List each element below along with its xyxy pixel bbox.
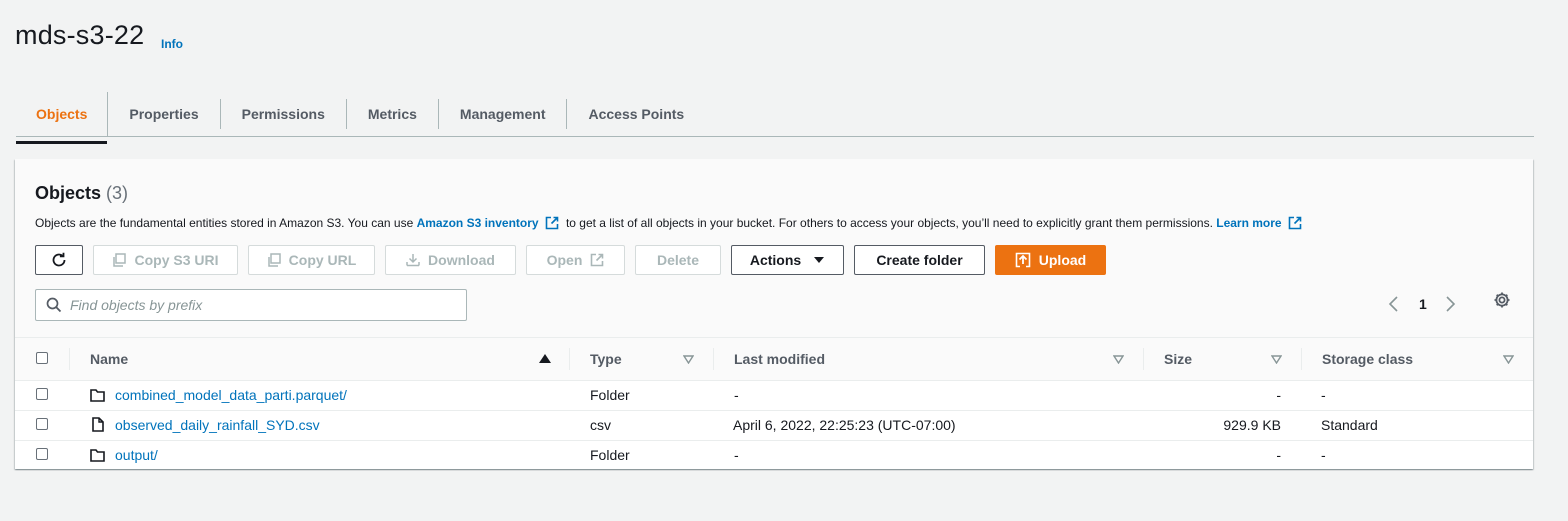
delete-button[interactable]: Delete <box>635 245 721 275</box>
external-link-icon <box>591 253 604 267</box>
row-checkbox[interactable] <box>36 418 48 430</box>
sort-icon <box>683 354 694 364</box>
column-label-name: Name <box>90 351 129 367</box>
sort-icon <box>1271 354 1282 364</box>
delete-label: Delete <box>656 252 700 268</box>
s3-inventory-link[interactable]: Amazon S3 inventory <box>417 216 539 230</box>
sort-icon <box>1503 354 1514 364</box>
tab-properties[interactable]: Properties <box>108 99 221 129</box>
copy-icon <box>267 253 281 267</box>
open-button[interactable]: Open <box>526 245 625 275</box>
object-name-link[interactable]: observed_daily_rainfall_SYD.csv <box>115 417 320 433</box>
learn-more-link[interactable]: Learn more <box>1216 216 1281 230</box>
upload-label: Upload <box>1038 252 1087 268</box>
object-storage-class: - <box>1321 447 1326 463</box>
objects-heading-label: Objects <box>35 183 102 203</box>
tab-metrics[interactable]: Metrics <box>347 99 439 129</box>
copy-url-label: Copy URL <box>288 252 357 268</box>
objects-count: (3) <box>106 183 129 203</box>
tab-bar: Objects Properties Permissions Metrics M… <box>16 92 1534 144</box>
actions-dropdown[interactable]: Actions <box>731 245 844 275</box>
object-type: csv <box>590 417 611 433</box>
object-last-modified: April 6, 2022, 22:25:23 (UTC-07:00) <box>733 417 956 433</box>
tab-management[interactable]: Management <box>439 99 568 129</box>
column-header-size[interactable]: Size <box>1164 338 1284 380</box>
row-checkbox[interactable] <box>36 388 48 400</box>
objects-description: Objects are the fundamental entities sto… <box>35 216 1306 230</box>
search-box[interactable] <box>35 289 467 321</box>
search-icon <box>46 297 62 313</box>
tab-access-points[interactable]: Access Points <box>567 99 705 129</box>
object-last-modified: - <box>734 387 739 403</box>
column-header-name[interactable]: Name <box>90 338 551 380</box>
folder-icon <box>90 389 105 402</box>
search-input[interactable] <box>68 296 452 314</box>
select-all-checkbox[interactable] <box>36 352 48 364</box>
table-row: observed_daily_rainfall_SYD.csv csv Apri… <box>15 410 1533 441</box>
table-header: Name Type Last modified Size Storage cla… <box>15 337 1533 381</box>
objects-panel: Objects (3) Objects are the fundamental … <box>15 159 1533 469</box>
table-row: output/ Folder - - - <box>15 440 1533 470</box>
column-header-storage-class[interactable]: Storage class <box>1322 338 1522 380</box>
object-name-link[interactable]: output/ <box>115 447 158 463</box>
info-link[interactable]: Info <box>161 37 183 51</box>
sort-ascending-icon <box>539 354 551 363</box>
bucket-title: mds-s3-22 <box>15 20 145 50</box>
download-label: Download <box>428 252 495 268</box>
upload-button[interactable]: Upload <box>995 245 1106 275</box>
object-size: 929.9 KB <box>1223 417 1281 433</box>
desc-text-1: Objects are the fundamental entities sto… <box>35 216 417 230</box>
column-header-last-modified[interactable]: Last modified <box>734 338 1124 380</box>
tab-objects[interactable]: Objects <box>16 92 109 144</box>
objects-heading: Objects (3) <box>35 183 128 204</box>
column-label-last-modified: Last modified <box>734 351 826 367</box>
refresh-button[interactable] <box>35 245 83 275</box>
object-last-modified: - <box>734 447 739 463</box>
download-button[interactable]: Download <box>385 245 516 275</box>
actions-label: Actions <box>749 252 802 268</box>
folder-icon <box>90 449 105 462</box>
create-folder-label: Create folder <box>876 252 963 268</box>
object-type: Folder <box>590 447 630 463</box>
object-type: Folder <box>590 387 630 403</box>
object-name-link[interactable]: combined_model_data_parti.parquet/ <box>115 387 347 403</box>
file-icon <box>92 417 104 432</box>
object-storage-class: - <box>1321 387 1326 403</box>
external-link-icon <box>545 216 558 230</box>
column-header-type[interactable]: Type <box>590 338 700 380</box>
copy-url-button[interactable]: Copy URL <box>248 245 375 275</box>
chevron-left-icon[interactable] <box>1387 296 1401 312</box>
upload-icon <box>1015 252 1031 268</box>
desc-text-2: to get a list of all objects in your buc… <box>562 216 1217 230</box>
column-label-size: Size <box>1164 351 1193 367</box>
sort-icon <box>1113 354 1124 364</box>
chevron-right-icon[interactable] <box>1443 296 1457 312</box>
pagination: 1 <box>1387 289 1457 319</box>
refresh-icon <box>52 252 66 267</box>
copy-s3-uri-label: Copy S3 URI <box>134 252 219 268</box>
column-label-storage-class: Storage class <box>1322 351 1414 367</box>
caret-down-icon <box>814 257 825 263</box>
objects-panel-header: Objects (3) Objects are the fundamental … <box>15 159 1533 337</box>
open-label: Open <box>546 252 583 268</box>
create-folder-button[interactable]: Create folder <box>854 245 985 275</box>
tab-permissions[interactable]: Permissions <box>221 99 347 129</box>
column-label-type: Type <box>590 351 622 367</box>
current-page[interactable]: 1 <box>1419 296 1427 312</box>
copy-icon <box>113 253 127 267</box>
row-checkbox[interactable] <box>36 448 48 460</box>
object-size: - <box>1276 387 1281 403</box>
download-icon <box>406 254 420 267</box>
external-link-icon <box>1288 216 1301 230</box>
object-size: - <box>1276 447 1281 463</box>
object-storage-class: Standard <box>1321 417 1378 433</box>
table-row: combined_model_data_parti.parquet/ Folde… <box>15 380 1533 411</box>
settings-gear-icon[interactable] <box>1493 291 1511 309</box>
copy-s3-uri-button[interactable]: Copy S3 URI <box>93 245 238 275</box>
